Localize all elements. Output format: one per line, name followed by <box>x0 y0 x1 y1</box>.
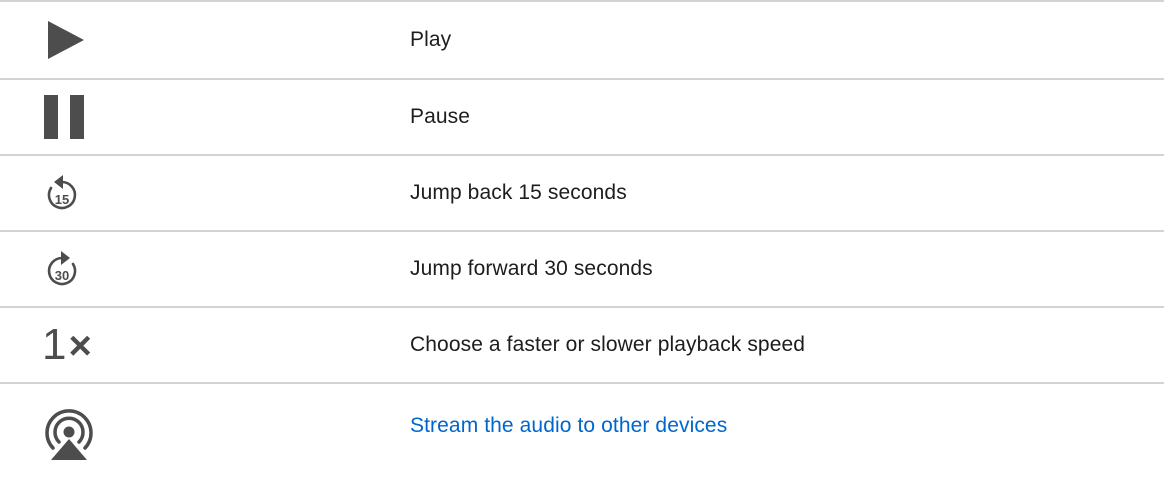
play-icon <box>48 21 84 59</box>
pause-icon <box>44 95 84 139</box>
playback-speed-icon: 1× <box>42 320 92 370</box>
play-label: Play <box>410 28 452 52</box>
jump-back-15-text: 15 <box>55 192 69 207</box>
table-row-jump-forward: 30 Jump forward 30 seconds <box>0 232 1164 308</box>
jump-forward-30-icon: 30 <box>47 251 77 286</box>
pause-label: Pause <box>410 105 471 129</box>
jump-back-15-icon: 15 <box>47 175 77 210</box>
stream-audio-link[interactable]: Stream the audio to other devices <box>410 413 727 438</box>
table-row-airplay: Stream the audio to other devices <box>0 384 1164 468</box>
jump-back-label: Jump back 15 seconds <box>410 181 627 205</box>
speed-one-text: 1 <box>42 320 67 369</box>
controls-table: Play Pause 15 Jump back 15 seconds 30 Ju… <box>0 0 1164 468</box>
table-row-pause: Pause <box>0 80 1164 156</box>
speed-x-text: × <box>68 324 92 368</box>
table-row-jump-back: 15 Jump back 15 seconds <box>0 156 1164 232</box>
table-row-playback-speed: 1× Choose a faster or slower playback sp… <box>0 308 1164 384</box>
playback-speed-label: Choose a faster or slower playback speed <box>410 333 806 357</box>
airplay-audio-icon <box>45 409 93 460</box>
table-row-play: Play <box>0 2 1164 80</box>
jump-forward-label: Jump forward 30 seconds <box>410 257 653 281</box>
jump-forward-30-text: 30 <box>55 268 69 283</box>
